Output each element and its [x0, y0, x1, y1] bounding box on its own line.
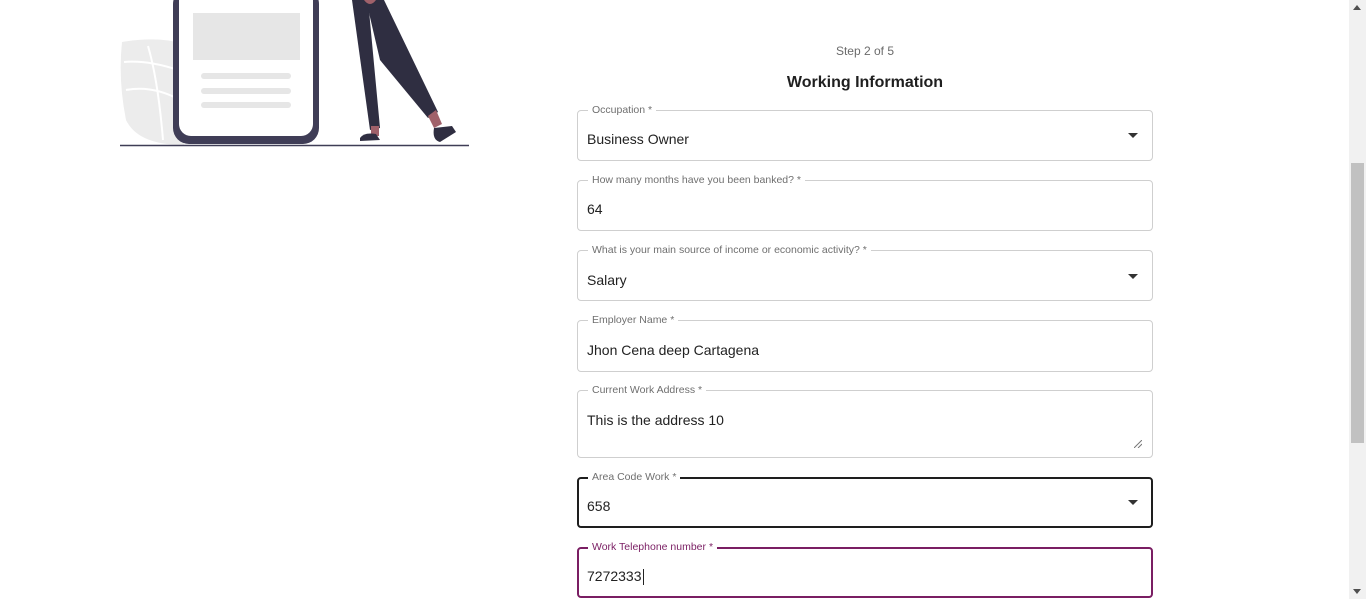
chevron-down-icon[interactable]	[1128, 500, 1138, 505]
months-banked-label: How many months have you been banked? *	[588, 174, 805, 187]
screen-text-line	[201, 88, 291, 94]
area-code-value: 658	[587, 498, 611, 514]
phone-person-illustration	[120, 0, 469, 147]
months-banked-input[interactable]: How many months have you been banked? * …	[577, 174, 1153, 231]
income-source-value: Salary	[587, 272, 627, 288]
scroll-down-icon[interactable]	[1353, 589, 1361, 594]
required-asterisk: *	[708, 541, 714, 553]
screen-text-line	[201, 73, 291, 79]
income-source-select[interactable]: What is your main source of income or ec…	[577, 244, 1153, 301]
occupation-label: Occupation *	[588, 104, 657, 117]
resize-handle-icon[interactable]	[1134, 440, 1142, 448]
employer-name-input[interactable]: Employer Name * Jhon Cena deep Cartagena	[577, 314, 1153, 372]
chevron-down-icon[interactable]	[1128, 133, 1138, 138]
area-code-select[interactable]: Area Code Work * 658	[577, 471, 1153, 528]
work-address-value: This is the address 10	[587, 412, 724, 428]
scroll-thumb[interactable]	[1351, 163, 1364, 443]
chevron-down-icon[interactable]	[1128, 274, 1138, 279]
months-banked-value: 64	[587, 201, 603, 217]
work-phone-label: Work Telephone number *	[588, 541, 718, 554]
employer-name-value: Jhon Cena deep Cartagena	[587, 342, 760, 358]
work-phone-text: 7272333	[587, 568, 642, 584]
screen-text-line	[201, 102, 291, 108]
text-cursor	[642, 569, 644, 586]
work-address-label: Current Work Address *	[588, 384, 707, 397]
step-indicator: Step 2 of 5	[835, 44, 895, 58]
occupation-select[interactable]: Occupation * Business Owner	[577, 104, 1153, 161]
area-code-label: Area Code Work *	[588, 471, 681, 484]
income-source-label: What is your main source of income or ec…	[588, 244, 871, 257]
work-phone-input[interactable]: Work Telephone number * 7272333	[577, 541, 1153, 598]
work-phone-label-text: Work Telephone number	[592, 541, 709, 553]
occupation-value: Business Owner	[587, 131, 689, 147]
section-title: Working Information	[786, 74, 944, 91]
employer-name-label: Employer Name *	[588, 314, 679, 327]
person-shoe-front	[433, 126, 456, 142]
work-phone-value: 7272333	[587, 567, 644, 586]
work-address-textarea[interactable]: Current Work Address * This is the addre…	[577, 384, 1153, 458]
scroll-up-icon[interactable]	[1353, 5, 1361, 10]
screen-image-placeholder	[193, 13, 300, 60]
vertical-scrollbar[interactable]	[1349, 0, 1366, 599]
